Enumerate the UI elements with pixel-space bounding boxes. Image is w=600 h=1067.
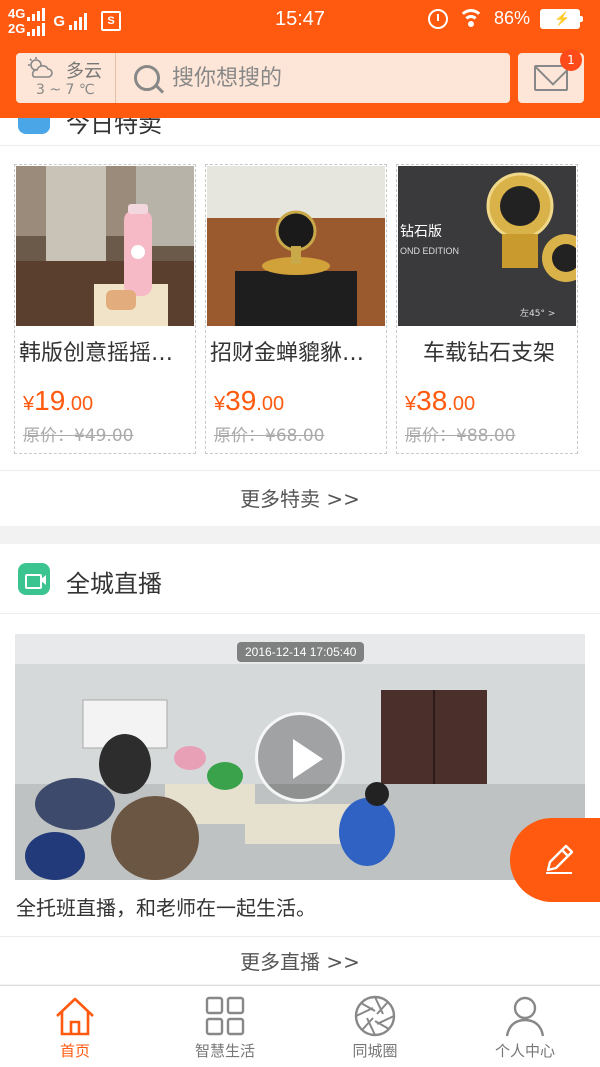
compose-button[interactable] xyxy=(510,818,600,902)
product-card[interactable]: 钻石版 OND EDITION 左45° > 车载钻石支架 ¥38.00 原价：… xyxy=(396,164,578,454)
tab-home[interactable]: 首页 xyxy=(0,986,150,1067)
sale-icon xyxy=(18,118,50,134)
product-name: 招财金蝉貔貅车载摆件 xyxy=(210,341,386,366)
play-icon[interactable] xyxy=(255,712,345,802)
message-button[interactable]: 1 xyxy=(518,49,584,103)
battery-percent: 86% xyxy=(493,8,530,28)
live-video-player[interactable]: 2016-12-14 17:05:40 xyxy=(15,634,585,880)
aperture-icon xyxy=(354,995,396,1037)
section-header: 今日特卖 xyxy=(0,118,600,146)
product-card[interactable]: 招财金蝉貔貅车载摆件 ¥39.00 原价：¥68.00 xyxy=(205,164,387,454)
product-image: 钻石版 OND EDITION 左45° > xyxy=(398,166,576,326)
alarm-icon xyxy=(427,8,448,29)
search-input[interactable] xyxy=(172,65,492,91)
more-live-link[interactable]: 更多直播 >> xyxy=(0,936,600,984)
weather-widget[interactable]: 多云 3 ~ 7 ℃ xyxy=(16,53,116,103)
product-price: ¥39.00 xyxy=(214,385,285,416)
live-section: 全城直播 2016-12-14 17:05:40 全托班直播，和老师在一起生活。… xyxy=(0,544,600,984)
wifi-icon xyxy=(457,8,484,29)
battery-icon: ⚡ xyxy=(540,8,583,29)
svg-text:左45° >: 左45° > xyxy=(520,307,555,319)
svg-text:钻石版: 钻石版 xyxy=(400,224,442,240)
video-camera-icon xyxy=(18,563,50,595)
status-bar: 4G 2G G S 15:47 86% ⚡ xyxy=(0,0,600,40)
product-name: 车载钻石支架 xyxy=(422,341,555,366)
product-price: ¥38.00 xyxy=(405,385,476,416)
tab-label: 首页 xyxy=(59,1042,90,1060)
product-image xyxy=(16,166,194,326)
section-header: 全城直播 xyxy=(0,544,600,614)
tab-label: 同城圈 xyxy=(352,1042,398,1060)
section-title: 全城直播 xyxy=(66,570,162,598)
pencil-icon xyxy=(546,844,574,874)
top-bar: 4G 2G G S 15:47 86% ⚡ 多云 3 ~ 7 ℃ 搜你想搜的 1 xyxy=(0,0,600,118)
video-timestamp: 2016-12-14 17:05:40 xyxy=(237,642,365,662)
tab-city-circle[interactable]: 同城圈 xyxy=(300,986,450,1067)
section-title: 今日特卖 xyxy=(66,118,162,138)
tab-label: 个人中心 xyxy=(494,1042,555,1060)
tab-smart-life[interactable]: 智慧生活 xyxy=(150,986,300,1067)
bottom-tab-bar: 首页 智慧生活 同城圈 个人中心 xyxy=(0,985,600,1067)
more-sale-link[interactable]: 更多特卖 >> xyxy=(0,470,600,526)
message-badge: 1 xyxy=(560,49,582,71)
partly-cloudy-icon xyxy=(28,57,53,78)
product-card[interactable]: 韩版创意摇摇杯保温杯 ¥19.00 原价：¥49.00 xyxy=(14,164,196,454)
product-original-price: 原价：¥88.00 xyxy=(405,426,516,446)
product-image xyxy=(207,166,385,326)
special-sale-section: 今日特卖 韩版创意摇摇杯保温杯 ¥19.00 原价：¥49.00 xyxy=(0,118,600,526)
live-description: 全托班直播，和老师在一起生活。 xyxy=(16,896,316,920)
home-icon xyxy=(56,997,94,1036)
user-icon xyxy=(505,996,545,1037)
tab-label: 智慧生活 xyxy=(194,1042,255,1060)
grid-icon xyxy=(205,996,245,1036)
mail-icon xyxy=(534,65,568,91)
weather-condition: 多云 xyxy=(66,61,102,82)
product-price: ¥19.00 xyxy=(23,385,94,416)
svg-text:OND EDITION: OND EDITION xyxy=(400,246,459,256)
search-icon xyxy=(134,65,160,91)
product-original-price: 原价：¥68.00 xyxy=(214,426,325,446)
product-original-price: 原价：¥49.00 xyxy=(23,426,134,446)
product-name: 韩版创意摇摇杯保温杯 xyxy=(19,341,195,366)
tab-profile[interactable]: 个人中心 xyxy=(450,986,600,1067)
search-bar: 多云 3 ~ 7 ℃ xyxy=(16,53,510,103)
weather-temperature: 3 ~ 7 ℃ xyxy=(36,82,95,98)
